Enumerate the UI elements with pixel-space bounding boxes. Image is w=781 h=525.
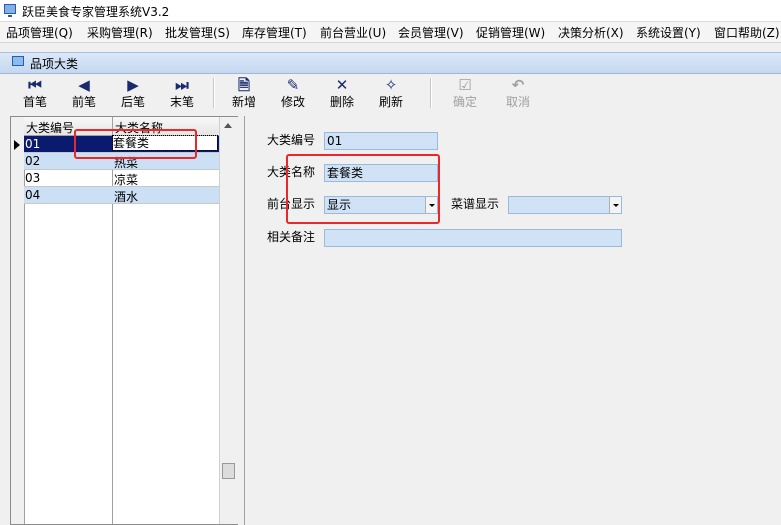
menu-item-cuxiao[interactable]: 促销管理(W) bbox=[476, 24, 545, 41]
menu-display-label: 菜谱显示 bbox=[451, 197, 500, 211]
undo-icon: ↶ bbox=[511, 76, 525, 94]
row-code: 03 bbox=[25, 171, 41, 185]
first-record-icon: ⏮ bbox=[28, 76, 42, 94]
chevron-down-icon[interactable] bbox=[609, 197, 621, 213]
category-grid[interactable]: 大类编号 大类名称 01 套餐类 02 热菜 03 凉菜 04 酒水 bbox=[10, 116, 238, 525]
scroll-up-arrow-icon[interactable] bbox=[224, 123, 232, 128]
remark-label: 相关备注 bbox=[267, 230, 316, 244]
next-record-icon: ▶ bbox=[127, 76, 139, 94]
window-header: 品项大类 bbox=[0, 52, 781, 74]
menu-item-xitong[interactable]: 系统设置(Y) bbox=[636, 24, 701, 41]
front-display-label: 前台显示 bbox=[267, 197, 316, 211]
row-code: 02 bbox=[25, 154, 41, 168]
toolbar-separator bbox=[430, 78, 432, 108]
row-indicator-column bbox=[11, 117, 25, 524]
cancel-button[interactable]: ↶ 取消 bbox=[496, 74, 540, 112]
window-monitor-icon bbox=[12, 56, 24, 66]
add-document-icon: 🗎 bbox=[237, 76, 251, 94]
name-label: 大类名称 bbox=[267, 165, 316, 179]
broom-icon: ✧ bbox=[384, 76, 398, 94]
remark-field[interactable] bbox=[324, 229, 622, 247]
column-header-code[interactable]: 大类编号 bbox=[26, 119, 74, 136]
row-name: 酒水 bbox=[114, 190, 139, 204]
eraser-icon: ✎ bbox=[286, 76, 300, 94]
front-display-select[interactable]: 显示 bbox=[324, 196, 438, 214]
edit-button[interactable]: ✎ 修改 bbox=[271, 74, 315, 112]
toolbar-separator bbox=[213, 78, 215, 108]
front-display-value: 显示 bbox=[327, 198, 352, 212]
menu-item-kucun[interactable]: 库存管理(T) bbox=[242, 24, 307, 41]
current-row-arrow-icon bbox=[14, 140, 20, 150]
row-name: 凉菜 bbox=[114, 173, 139, 187]
first-record-button[interactable]: ⏮ 首笔 bbox=[13, 74, 57, 112]
row-name: 套餐类 bbox=[112, 135, 218, 151]
table-row[interactable]: 02 热菜 bbox=[24, 153, 219, 170]
title-bar: 跃臣美食专家管理系统V3.2 bbox=[0, 0, 781, 22]
delete-button[interactable]: ✕ 删除 bbox=[320, 74, 364, 112]
scrollbar-thumb[interactable] bbox=[222, 463, 235, 479]
menu-item-caigou[interactable]: 采购管理(R) bbox=[87, 24, 153, 41]
menu-item-pifa[interactable]: 批发管理(S) bbox=[165, 24, 230, 41]
row-name: 热菜 bbox=[114, 156, 139, 170]
app-title: 跃臣美食专家管理系统V3.2 bbox=[22, 5, 170, 19]
window-title: 品项大类 bbox=[30, 57, 79, 71]
row-code: 01 bbox=[25, 137, 41, 151]
menu-item-pinxiang[interactable]: 品项管理(Q) bbox=[6, 24, 73, 41]
chevron-down-icon[interactable] bbox=[425, 197, 437, 213]
prev-record-button[interactable]: ◀ 前笔 bbox=[62, 74, 106, 112]
check-clipboard-icon: ☑ bbox=[458, 76, 472, 94]
last-record-button[interactable]: ⏭ 末笔 bbox=[160, 74, 204, 112]
grid-vertical-scrollbar[interactable] bbox=[219, 117, 238, 524]
toolbar: ⏮ 首笔 ◀ 前笔 ▶ 后笔 ⏭ 末笔 🗎 新增 ✎ 修改 ✕ 删除 ✧ 刷新 … bbox=[10, 74, 781, 112]
confirm-button[interactable]: ☑ 确定 bbox=[443, 74, 487, 112]
prev-record-icon: ◀ bbox=[78, 76, 90, 94]
menu-display-select[interactable] bbox=[508, 196, 622, 214]
menu-bar: 品项管理(Q) 采购管理(R) 批发管理(S) 库存管理(T) 前台营业(U) … bbox=[0, 22, 781, 43]
name-field[interactable]: 套餐类 bbox=[324, 164, 438, 182]
app-monitor-icon bbox=[4, 4, 16, 17]
last-record-icon: ⏭ bbox=[175, 76, 189, 94]
code-label: 大类编号 bbox=[267, 133, 316, 147]
table-row[interactable]: 04 酒水 bbox=[24, 187, 219, 204]
grid-header: 大类编号 大类名称 bbox=[24, 117, 219, 136]
table-row[interactable]: 03 凉菜 bbox=[24, 170, 219, 187]
add-button[interactable]: 🗎 新增 bbox=[222, 74, 266, 112]
menu-item-qiantai[interactable]: 前台营业(U) bbox=[320, 24, 386, 41]
table-row[interactable]: 01 套餐类 bbox=[24, 135, 219, 153]
code-field[interactable]: 01 bbox=[324, 132, 438, 150]
menu-item-juece[interactable]: 决策分析(X) bbox=[558, 24, 624, 41]
refresh-button[interactable]: ✧ 刷新 bbox=[369, 74, 413, 112]
row-code: 04 bbox=[25, 188, 41, 202]
delete-x-icon: ✕ bbox=[335, 76, 349, 94]
menu-item-huiyuan[interactable]: 会员管理(V) bbox=[398, 24, 464, 41]
menu-item-chuangkou[interactable]: 窗口帮助(Z) bbox=[714, 24, 780, 41]
next-record-button[interactable]: ▶ 后笔 bbox=[111, 74, 155, 112]
column-header-name[interactable]: 大类名称 bbox=[115, 119, 163, 136]
